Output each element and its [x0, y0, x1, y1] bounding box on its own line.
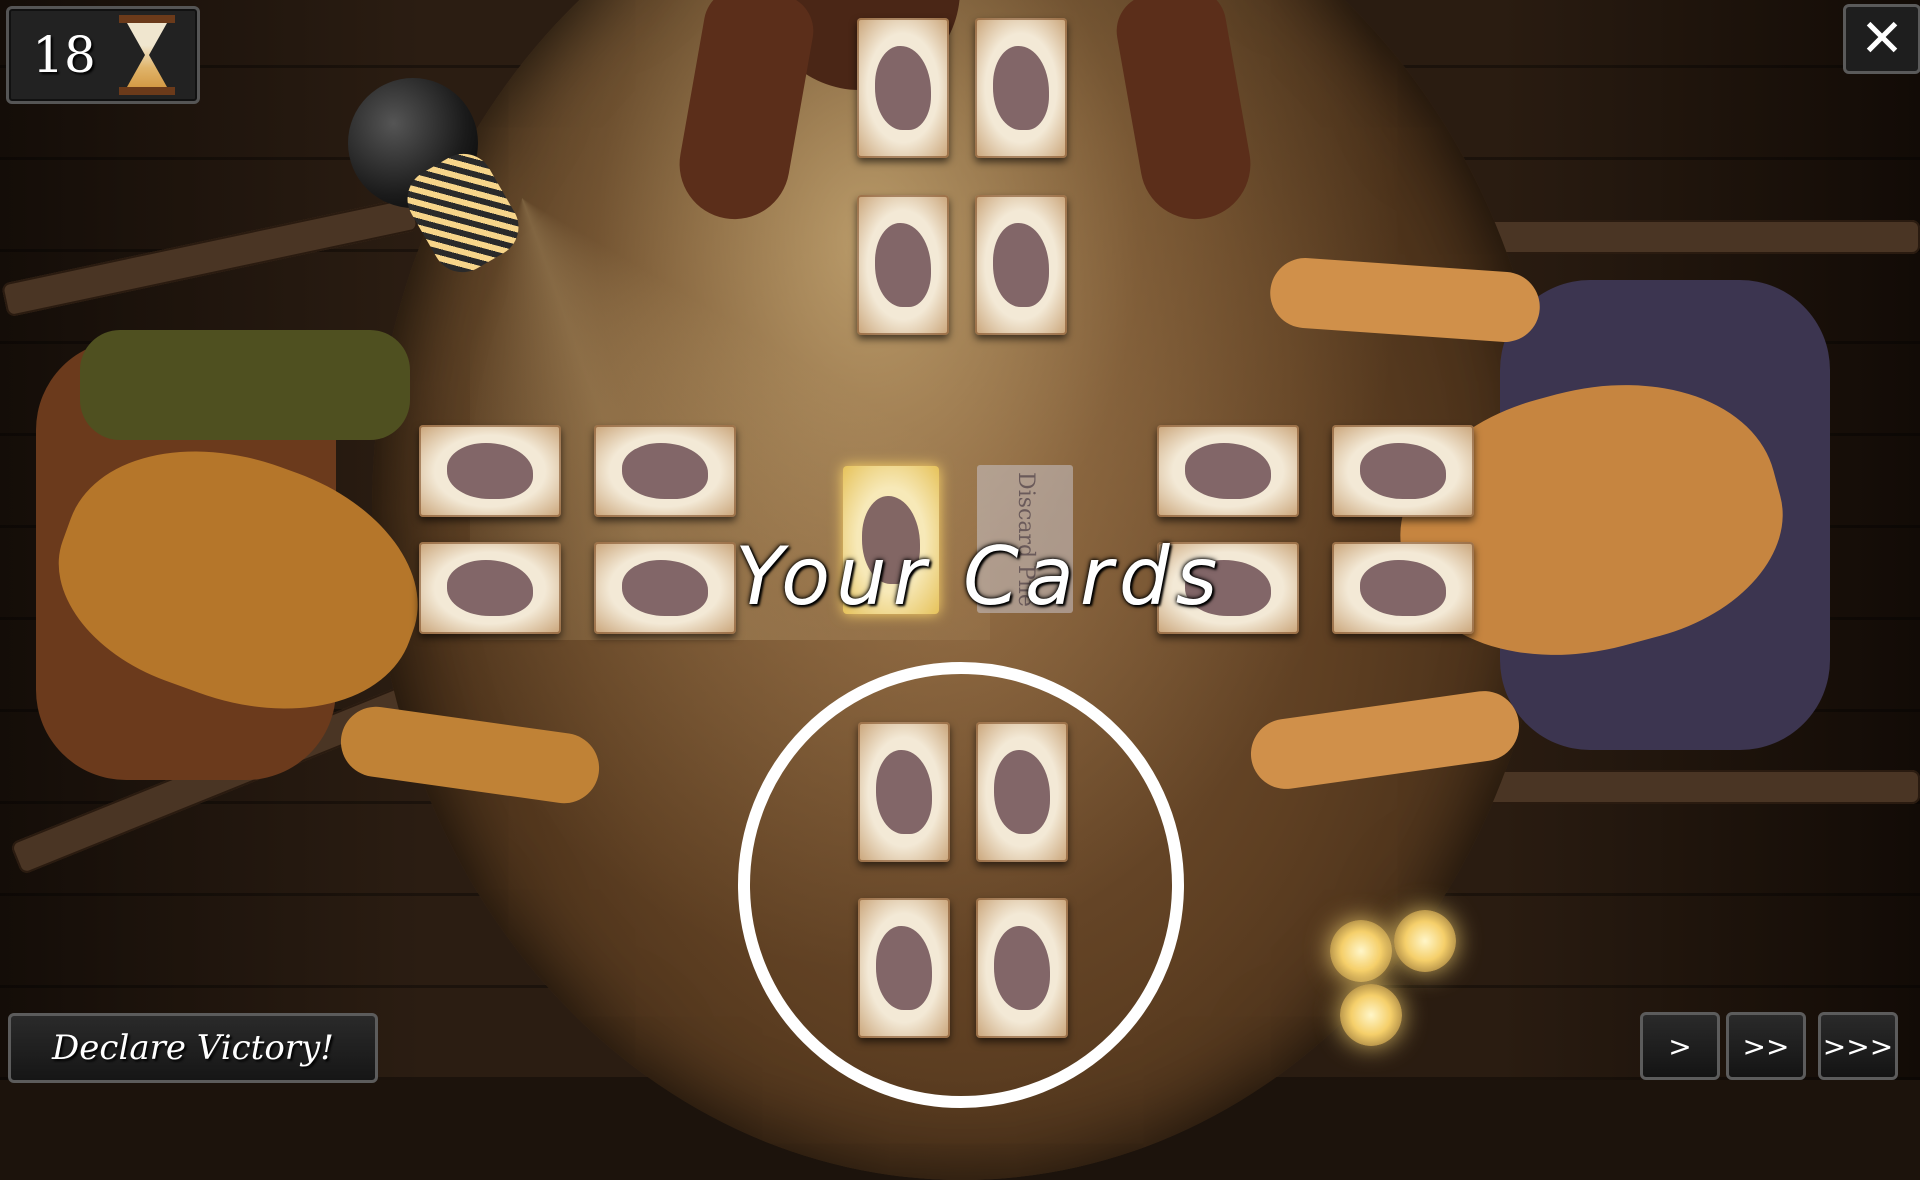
card-silhouette	[1360, 560, 1446, 616]
opponent-card-right	[1332, 542, 1474, 634]
timer-value: 18	[32, 26, 96, 84]
hourglass-icon	[119, 15, 175, 95]
candle	[1340, 984, 1402, 1046]
hourglass-glass	[127, 23, 167, 87]
card-silhouette	[622, 560, 708, 616]
opponent-card-right	[1157, 425, 1299, 517]
opponent-card-top	[975, 18, 1067, 158]
candle	[1330, 920, 1392, 982]
card-silhouette	[1185, 443, 1271, 499]
left-opponent-coat	[80, 330, 410, 440]
opponent-card-right	[1332, 425, 1474, 517]
right-chair-rail-lower	[1470, 770, 1920, 804]
card-silhouette	[447, 443, 533, 499]
opponent-card-top	[857, 195, 949, 335]
close-icon: ✕	[1860, 9, 1904, 69]
opponent-card-left	[419, 542, 561, 634]
candle	[1394, 910, 1456, 972]
your-cards-highlight-ring	[738, 662, 1184, 1108]
opponent-card-left	[419, 425, 561, 517]
speed-button-3[interactable]: >>>	[1818, 1012, 1898, 1080]
card-silhouette	[993, 46, 1049, 130]
right-chair-rail	[1470, 220, 1920, 254]
opponent-card-top	[975, 195, 1067, 335]
candles	[1330, 900, 1480, 1050]
card-silhouette	[447, 560, 533, 616]
opponent-card-left	[594, 425, 736, 517]
oil-lamp	[348, 78, 530, 284]
declare-victory-button[interactable]: Declare Victory!	[8, 1013, 378, 1083]
card-silhouette	[622, 443, 708, 499]
opponent-card-left	[594, 542, 736, 634]
card-silhouette	[1360, 443, 1446, 499]
speed-button-2[interactable]: >>	[1726, 1012, 1806, 1080]
card-silhouette	[993, 223, 1049, 307]
turn-timer: 18	[6, 6, 200, 104]
card-silhouette	[875, 46, 931, 130]
card-silhouette	[875, 223, 931, 307]
speed-button-1[interactable]: >	[1640, 1012, 1720, 1080]
your-cards-label: Your Cards	[735, 530, 1224, 623]
close-button[interactable]: ✕	[1843, 4, 1920, 74]
opponent-card-top	[857, 18, 949, 158]
